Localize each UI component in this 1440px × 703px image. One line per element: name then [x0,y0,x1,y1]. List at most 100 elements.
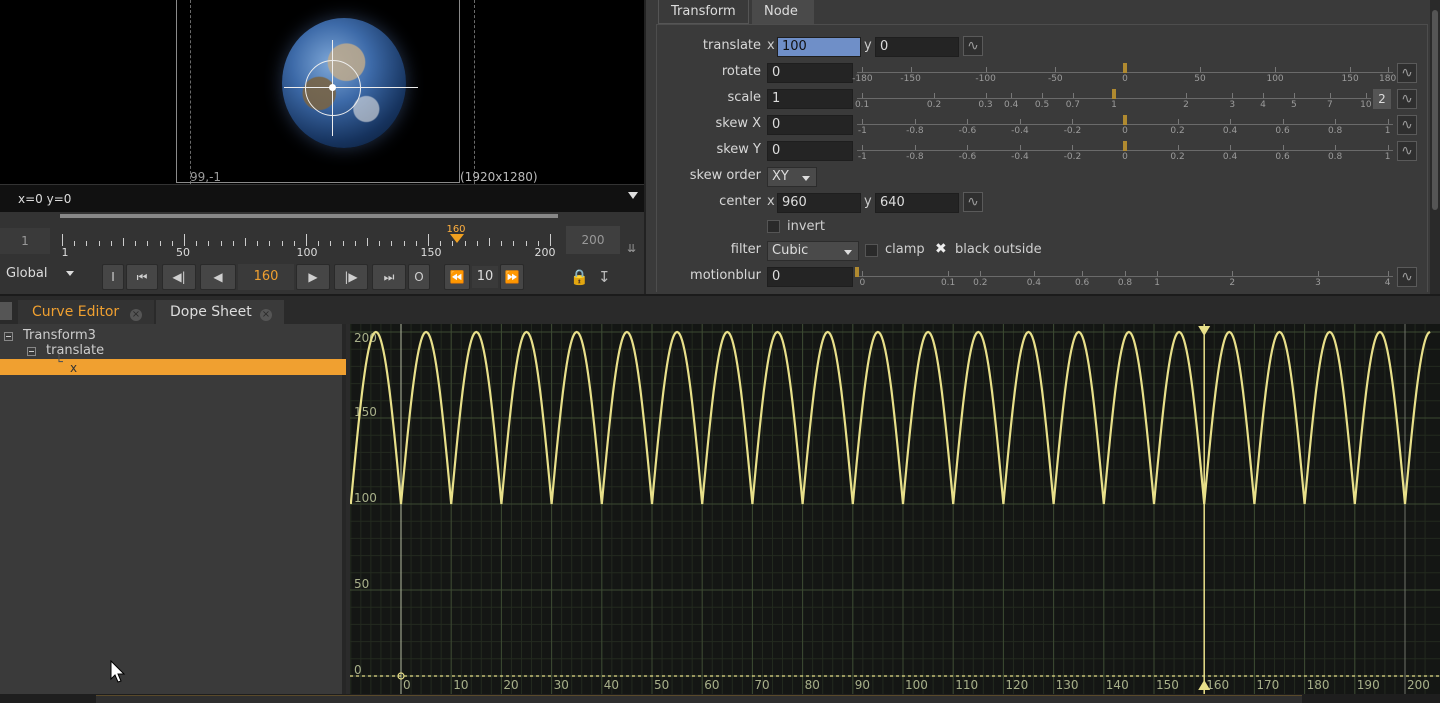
translate-animation-icon[interactable]: ∿ [963,36,983,56]
timeline-tick [403,241,405,246]
motionblur-animation-icon[interactable]: ∿ [1397,267,1417,287]
slider-knob[interactable] [1123,141,1127,151]
set-in-button[interactable]: I [102,264,124,290]
motionblur-field[interactable]: 0 [767,267,853,287]
collapse-icon[interactable] [27,347,36,356]
tab-curve-editor[interactable]: Curve Editor × [18,300,154,326]
prev-keyframe-button[interactable]: ◀| [162,264,196,290]
timeline-tick [525,241,527,246]
scale-slider[interactable]: 0.1 0.2 0.3 0.4 0.5 0.7 1 2 3 4 5 7 10 [855,89,1372,110]
rotate-slider[interactable]: -180 -150 -100 -50 0 50 100 150 180 [852,63,1396,84]
transform-handle-center[interactable] [329,84,336,91]
curve-editor-svg[interactable]: 0 10 20 30 40 50 60 70 80 90 100 110 120 130 140 150 160… [350,324,1440,694]
skew-order-select[interactable]: XY [767,167,817,187]
timeline-tick [269,241,271,246]
close-icon[interactable]: × [130,309,142,321]
slider-tick-label: 0.4 [1222,126,1238,136]
timeline-tick [354,241,356,246]
properties-scroll-thumb[interactable] [1432,10,1438,210]
black-outside-label: black outside [955,242,1042,257]
collapse-icon[interactable]: ⇊ [627,242,636,255]
viewer-info-bar: x=0 y=0 [0,184,644,212]
frame-field[interactable]: 160 [238,264,294,290]
slider-knob[interactable] [1123,115,1127,125]
translate-x-field[interactable]: 100 [777,37,861,57]
slider-knob[interactable] [1123,63,1127,73]
slider-tick-label: 10 [1360,100,1372,110]
motionblur-slider[interactable]: 0 0.1 0.2 0.4 0.6 0.8 1 2 3 4 [855,267,1393,288]
first-frame-field[interactable]: 1 [0,228,50,254]
prev-frame-button[interactable]: ◀ [200,264,236,290]
last-frame-button[interactable]: ⏭ [372,264,406,290]
first-frame-button[interactable]: ⏮ [126,264,158,290]
tree-param-row[interactable]: translate [0,343,346,359]
bottom-scrollbar[interactable] [0,694,1440,703]
scale-channels-button[interactable]: 2 [1373,89,1391,109]
step-back-increment-button[interactable]: ⏪ [444,264,470,290]
slider-knob[interactable] [1112,89,1116,99]
filter-select[interactable]: Cubic [767,241,859,261]
slider-knob[interactable] [855,267,859,277]
translate-y-axis-label: y [864,38,872,53]
skew-x-slider[interactable]: -1 -0.8 -0.6 -0.4 -0.2 0 0.2 0.4 0.6 0.8 1 [857,115,1393,136]
skew-y-slider[interactable]: -1 -0.8 -0.6 -0.4 -0.2 0 0.2 0.4 0.6 0.8 1 [857,141,1393,162]
center-animation-icon[interactable]: ∿ [963,192,983,212]
skew-x-field[interactable]: 0 [767,115,853,135]
close-icon[interactable]: × [260,309,272,321]
playback-mode-icon[interactable]: ↧ [598,268,611,286]
center-label: center [719,194,761,209]
slider-tick [1011,93,1013,98]
timeline-tick-label: 1 [61,246,69,259]
black-outside-check-icon[interactable]: ✖ [935,241,947,257]
timeline-range-bar[interactable] [60,214,558,218]
panel-menu-icon[interactable] [0,302,12,320]
rotate-field[interactable]: 0 [767,63,853,83]
x-tick-label: 100 [905,678,928,692]
slider-tick-label: -0.6 [958,152,977,162]
play-button[interactable]: ▶ [296,264,330,290]
tab-node[interactable]: Node [752,0,814,24]
tree-node-row[interactable]: Transform3 [0,328,346,344]
viewer-menu-icon[interactable] [628,192,638,199]
bottom-scroll-thumb[interactable] [96,695,1302,703]
step-forward-increment-button[interactable]: ⏩ [500,264,524,290]
center-y-field[interactable]: 640 [875,193,959,213]
timeline-tick [330,241,332,246]
playhead-marker[interactable] [450,234,464,243]
tab-dope-sheet[interactable]: Dope Sheet × [156,300,284,326]
slider-tick [948,271,950,276]
next-frame-button[interactable]: |▶ [334,264,368,290]
lock-icon[interactable]: 🔒 [570,268,589,286]
slider-tick-label: 0.6 [1275,126,1290,136]
curve-editor-graph[interactable]: 0 10 20 30 40 50 60 70 80 90 100 110 120 130 140 150 160… [350,324,1440,694]
clamp-checkbox[interactable] [865,244,878,257]
tree-channel-row[interactable]: └ x [0,355,346,375]
tab-transform[interactable]: Transform [658,0,749,24]
properties-panel: Transform Node translate x 100 y 0 ∿ rot… [644,0,1440,294]
tree-node-label: Transform3 [23,328,96,343]
set-out-button[interactable]: O [408,264,430,290]
slider-tick [862,119,864,124]
last-frame-field[interactable]: 200 [566,226,620,254]
scale-animation-icon[interactable]: ∿ [1397,89,1417,109]
center-x-field[interactable]: 960 [777,193,861,213]
timeline-tick [391,241,393,246]
skew-y-animation-icon[interactable]: ∿ [1397,141,1417,161]
scale-field[interactable]: 1 [767,89,853,109]
frame-range-scope-select[interactable]: Global [6,266,75,281]
collapse-icon[interactable] [4,332,13,341]
properties-scrollbar[interactable] [1430,0,1440,294]
slider-tick-label: -50 [1047,74,1063,84]
frame-increment-field[interactable]: 10 [472,266,498,288]
timeline-ticks[interactable] [60,232,560,246]
slider-tick-label: 0.8 [1327,152,1343,162]
translate-y-field[interactable]: 0 [875,37,959,57]
skew-x-animation-icon[interactable]: ∿ [1397,115,1417,135]
slider-tick [1230,119,1232,124]
timeline-tick [257,241,259,246]
rotate-animation-icon[interactable]: ∿ [1397,63,1417,83]
invert-checkbox[interactable] [767,220,780,233]
skew-y-field[interactable]: 0 [767,141,853,161]
timeline-tick [306,234,307,246]
viewer[interactable]: 99,-1 (1920x1280) [0,0,644,184]
